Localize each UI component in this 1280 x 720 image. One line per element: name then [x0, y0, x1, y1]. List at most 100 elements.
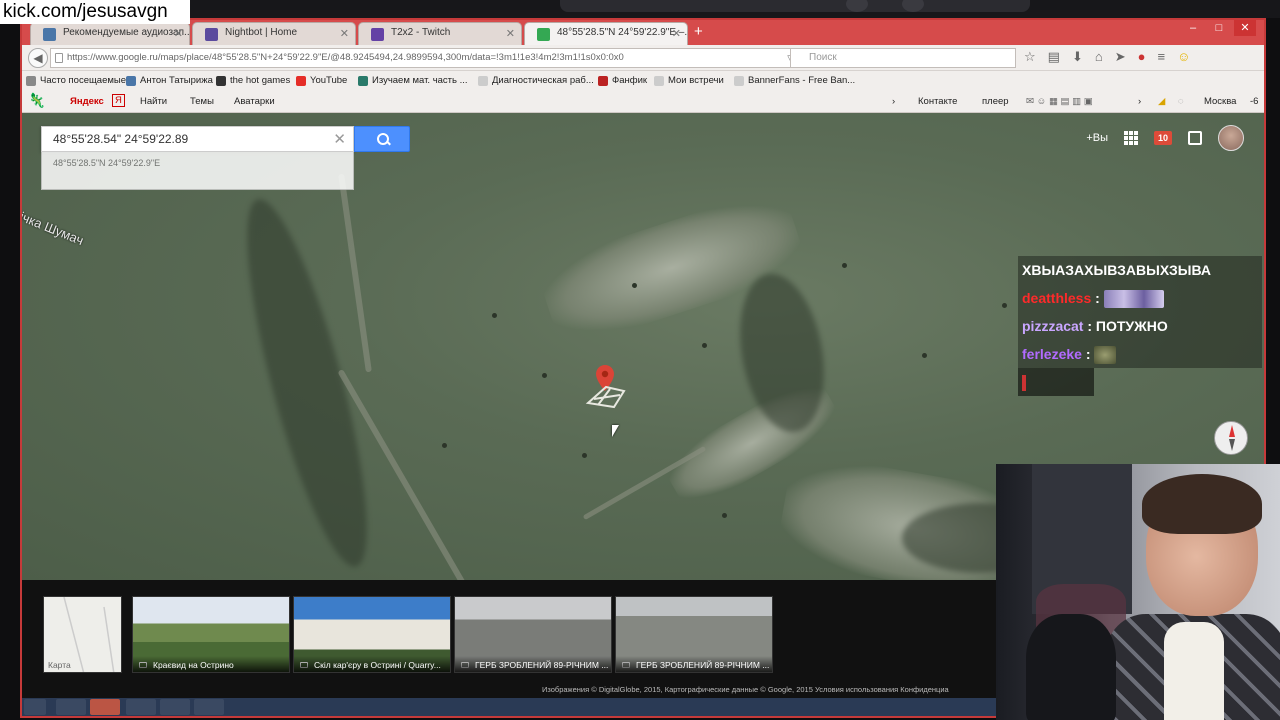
chat-text: ХВЫАЗАХЫВЗАВЫХЗЫВА [1022, 262, 1211, 278]
chevron-right-icon[interactable]: › [892, 96, 895, 107]
addon-icon[interactable]: ● [1138, 49, 1146, 65]
chrome-icon[interactable] [126, 699, 156, 715]
firefox-icon[interactable] [90, 699, 120, 715]
menu-icon[interactable]: ≡ [1157, 49, 1165, 65]
bookmarks-bar: Часто посещаемые Антон Татырижа the hot … [22, 71, 1264, 91]
back-button[interactable]: ◀ [28, 48, 48, 68]
twitch-favicon-icon [371, 28, 384, 41]
tab-google-maps[interactable]: 48°55'28.5"N 24°59'22.9"E –... ✕ [524, 22, 688, 45]
chevron-right-icon[interactable]: › [1138, 96, 1141, 107]
chat-text: ПОТУЖНО [1095, 318, 1168, 334]
smiley-icon[interactable]: ☺ [1177, 49, 1190, 65]
close-tab-icon[interactable]: ✕ [672, 27, 681, 40]
player-button[interactable]: плеер [982, 96, 1009, 107]
ground-drawing [585, 385, 626, 409]
thumbnail-caption: ГЕРБ ЗРОБЛЕНИЙ 89-РІЧНИМ ... [455, 656, 611, 672]
map-search-input[interactable]: 48°55'28.54" 24°59'22.89 ✕ [41, 126, 354, 152]
tab-label: Рекомендуемые аудиозап... [63, 27, 190, 38]
share-plus-icon[interactable] [1188, 131, 1202, 145]
nightbot-favicon-icon [205, 28, 218, 41]
download-icon[interactable]: ⬇ [1072, 49, 1083, 65]
photo-thumbnail[interactable]: ГЕРБ ЗРОБЛЕНИЙ 89-РІЧНИМ ... [615, 596, 773, 673]
google-account-bar: +Вы 10 [1086, 125, 1244, 151]
apps-grid-icon[interactable] [1123, 131, 1138, 145]
map-search-button[interactable] [354, 126, 410, 152]
yandex-themes-button[interactable]: Темы [190, 96, 214, 107]
chart-icon[interactable]: ◢ [1158, 96, 1165, 107]
browser-search-input[interactable]: Поиск [790, 48, 1016, 68]
microphone [1026, 614, 1116, 720]
start-windows-icon[interactable] [24, 699, 46, 715]
chat-message: deatthless : [1018, 284, 1262, 312]
obs-icon[interactable] [194, 699, 224, 715]
thumbnail-caption: Скіл кар'єру в Острині / Quarry... [294, 656, 450, 672]
bookmark-item[interactable]: the hot games [216, 75, 290, 86]
minimize-icon[interactable]: – [1182, 20, 1204, 36]
search-suggestion[interactable]: 48°55'28.5"N 24°59'22.9"E [41, 152, 354, 190]
bookmark-item[interactable]: YouTube [296, 75, 347, 86]
home-icon[interactable]: ⌂ [1095, 49, 1103, 65]
yandex-tool-icons[interactable]: ✉ ☺ ▦ ▤ ▥ ▣ [1026, 96, 1093, 107]
yandex-avatars-button[interactable]: Аватарки [234, 96, 275, 107]
close-tab-icon[interactable]: ✕ [174, 27, 183, 40]
tab-nightbot[interactable]: Nightbot | Home ✕ [192, 22, 356, 45]
bookmark-item[interactable]: BannerFans - Free Ban... [734, 75, 855, 86]
bookmark-item[interactable]: Фанфик [598, 75, 647, 86]
tab-vk-audio[interactable]: Рекомендуемые аудиозап... ✕ [30, 22, 190, 45]
yandex-find-button[interactable]: Найти [140, 96, 167, 107]
close-window-icon[interactable]: ✕ [1234, 20, 1256, 36]
avatar[interactable] [1218, 125, 1244, 151]
chat-bubble-icon[interactable]: ◌ [1178, 96, 1184, 107]
send-icon[interactable]: ➤ [1115, 49, 1126, 65]
top-strip [190, 0, 1280, 18]
search-placeholder: Поиск [809, 52, 837, 63]
tab-label: Nightbot | Home [225, 27, 298, 38]
photo-thumbnail[interactable]: ГЕРБ ЗРОБЛЕНИЙ 89-РІЧНИМ ... [454, 596, 612, 673]
lock-icon [55, 53, 63, 63]
photo-thumbnail[interactable]: Краєвид на Острино [132, 596, 290, 673]
close-tab-icon[interactable]: ✕ [340, 27, 349, 40]
streamer-hair [1142, 474, 1262, 534]
bookmark-item[interactable]: Мои встречи [654, 75, 724, 86]
vk-contacts-button[interactable]: Контакте [918, 96, 957, 107]
toolbar-icons: ☆ ▤ ⬇ ⌂ ➤ ● ≡ ☺ [1024, 49, 1190, 65]
tab-twitch[interactable]: T2x2 - Twitch ✕ [358, 22, 522, 45]
bookmark-item[interactable]: Диагностическая раб... [478, 75, 594, 86]
dirt-road [338, 173, 372, 373]
emote-image [1094, 346, 1117, 365]
photo-thumbnail[interactable]: Скіл кар'єру в Острині / Quarry... [293, 596, 451, 673]
address-bar[interactable]: https://www.google.ru/maps/place/48°55'2… [50, 48, 812, 68]
weather-city: Москва [1204, 96, 1237, 107]
yandex-bar: 🦎 Яндекс Я Найти Темы Аватарки › Контакт… [22, 91, 1264, 113]
map-search-value: 48°55'28.54" 24°59'22.89 [53, 132, 189, 146]
explorer-folder-icon[interactable] [56, 699, 86, 715]
bookmark-star-icon[interactable]: ☆ [1024, 49, 1036, 65]
new-tab-button[interactable]: + [694, 23, 703, 40]
mouse-cursor [612, 425, 623, 437]
thumbnail-caption: Краєвид на Острино [133, 656, 289, 672]
clear-search-icon[interactable]: ✕ [333, 130, 346, 148]
bookmark-item[interactable]: Изучаем мат. часть ... [358, 75, 468, 86]
tab-bar: Рекомендуемые аудиозап... ✕ Nightbot | H… [22, 20, 1264, 45]
chat-message: ХВЫАЗАХЫВЗАВЫХЗЫВА [1018, 256, 1262, 284]
bookmark-item[interactable]: Часто посещаемые [26, 75, 126, 86]
chat-username: pizzzacat [1022, 318, 1084, 334]
thumbnail-caption: Карта [48, 660, 71, 670]
navigation-bar: ◀ https://www.google.ru/maps/place/48°55… [22, 45, 1264, 71]
compass-icon[interactable] [1214, 421, 1248, 455]
vk-favicon-icon [43, 28, 56, 41]
yandex-brand[interactable]: Яндекс [70, 96, 104, 107]
skype-icon[interactable] [160, 699, 190, 715]
chat-username: ferlezeke [1022, 346, 1082, 362]
map-view-thumbnail[interactable]: Карта [43, 596, 122, 673]
close-tab-icon[interactable]: ✕ [506, 27, 515, 40]
notifications-badge[interactable]: 10 [1153, 131, 1172, 145]
maps-favicon-icon [537, 28, 550, 41]
tree-line [224, 190, 390, 576]
yandex-logo-icon: Я [112, 94, 125, 107]
bookmarks-list-icon[interactable]: ▤ [1048, 49, 1060, 65]
google-plus-link[interactable]: +Вы [1086, 132, 1108, 144]
bookmark-item[interactable]: Антон Татырижа [126, 75, 213, 86]
maximize-icon[interactable]: □ [1208, 20, 1230, 36]
window-controls: – □ ✕ [1182, 20, 1256, 36]
